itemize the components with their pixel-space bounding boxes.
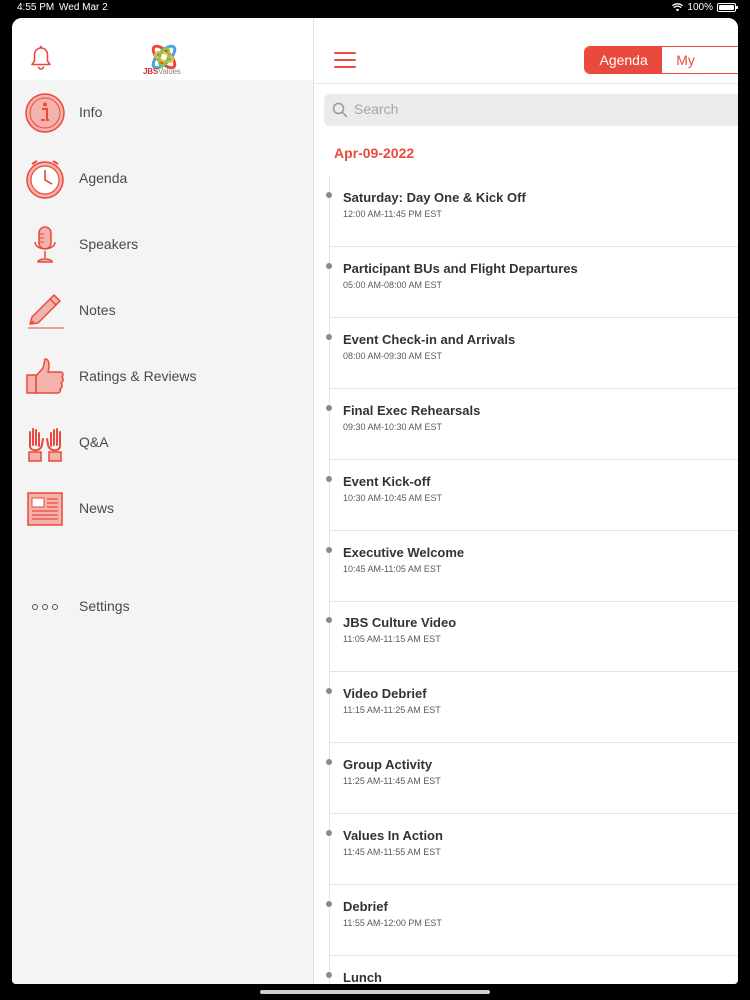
sidebar-item-label: Settings [79, 598, 130, 614]
bell-icon[interactable] [30, 45, 52, 71]
sidebar-item-label: Q&A [79, 434, 109, 450]
logo-text: JBSValues [143, 67, 181, 76]
agenda-event-row[interactable]: Video Debrief 11:15 AM-11:25 AM EST [326, 672, 738, 744]
agenda-segmented-control: Agenda My agenda [584, 46, 738, 74]
event-title: Lunch [343, 969, 382, 984]
app-screen: JBSValues Info Agenda Speakers Notes Rat… [12, 18, 738, 984]
event-time: 11:45 AM-11:55 AM EST [343, 847, 441, 858]
agenda-event-row[interactable]: Executive Welcome 10:45 AM-11:05 AM EST [326, 531, 738, 602]
newspaper-icon [27, 492, 63, 526]
search-input[interactable] [354, 101, 654, 117]
status-bar: 4:55 PM Wed Mar 2 100% [0, 0, 750, 16]
timeline-dot [326, 617, 332, 624]
agenda-event-row[interactable]: Participant BUs and Flight Departures 05:… [326, 247, 738, 318]
event-time: 11:25 AM-11:45 AM EST [343, 776, 441, 787]
clock-icon [26, 160, 64, 199]
thumbs-up-icon [26, 358, 64, 394]
info-icon [25, 93, 65, 133]
timeline-dot [326, 971, 332, 978]
sidebar-item-speakers[interactable]: Speakers [12, 212, 314, 278]
sidebar-item-agenda[interactable]: Agenda [12, 146, 314, 212]
timeline-dot [326, 830, 332, 837]
sidebar-item-label: Agenda [79, 170, 128, 186]
agenda-event-row[interactable]: Debrief 11:55 AM-12:00 PM EST [326, 885, 738, 956]
event-time: 10:30 AM-10:45 AM EST [343, 492, 443, 503]
agenda-panel: Agenda My agenda Apr-09-2022 Saturday: D… [315, 18, 738, 984]
search-icon [332, 102, 348, 118]
event-title: Video Debrief [343, 686, 427, 702]
event-title: Event Kick-off [343, 473, 431, 489]
timeline-dot [326, 192, 332, 198]
timeline-dot [326, 475, 332, 482]
event-title: Executive Welcome [343, 544, 465, 560]
battery-percent: 100% [687, 2, 713, 13]
timeline-dot [326, 404, 332, 411]
event-time: 08:00 AM-09:30 AM EST [343, 350, 443, 361]
event-time: 11:05 AM-11:15 AM EST [343, 634, 441, 645]
event-time: 11:15 AM-11:25 AM EST [343, 705, 441, 716]
timeline-dot [326, 546, 332, 553]
timeline-dot [326, 759, 332, 766]
sidebar-item-label: Ratings & Reviews [79, 368, 197, 384]
status-right: 100% [672, 2, 738, 13]
sidebar-item-notes[interactable]: Notes [12, 278, 314, 344]
sidebar-item-label: Notes [79, 302, 116, 318]
tab-agenda[interactable]: Agenda [585, 47, 663, 73]
sidebar-item-label: News [79, 500, 115, 516]
event-title: Values In Action [343, 828, 443, 844]
sidebar-item-label: Speakers [79, 236, 139, 252]
event-title: Debrief [343, 899, 388, 914]
timeline-dot [326, 901, 332, 907]
sidebar-item-news[interactable]: News [12, 476, 314, 542]
agenda-event-row[interactable]: Group Activity 11:25 AM-11:45 AM EST [326, 743, 738, 815]
event-time: 09:30 AM-10:30 AM EST [343, 421, 443, 432]
agenda-event-row[interactable]: JBS Culture Video 11:05 AM-11:15 AM EST [326, 601, 738, 673]
agenda-event-row[interactable]: Saturday: Day One & Kick Off 12:00 AM-11:… [326, 176, 738, 247]
sidebar-item-ratings[interactable]: Ratings & Reviews [12, 344, 314, 410]
event-title: Group Activity [343, 757, 433, 773]
home-indicator [260, 990, 490, 994]
sidebar: JBSValues Info Agenda Speakers Notes Rat… [12, 18, 314, 984]
hamburger-menu-icon[interactable] [334, 52, 356, 69]
sidebar-item-label: Info [79, 104, 103, 120]
agenda-event-row[interactable]: Values In Action 11:45 AM-11:55 AM EST [326, 814, 738, 886]
event-title: Event Check-in and Arrivals [343, 331, 516, 347]
status-date: Wed Mar 2 [59, 2, 108, 13]
event-title: Saturday: Day One & Kick Off [343, 190, 526, 205]
agenda-event-row[interactable]: Event Check-in and Arrivals 08:00 AM-09:3… [326, 318, 738, 389]
event-title: Final Exec Rehearsals [343, 402, 481, 418]
timeline-dot [326, 688, 332, 695]
wifi-icon [672, 3, 684, 12]
status-time: 4:55 PM [17, 2, 55, 13]
event-title: JBS Culture Video [343, 615, 457, 631]
event-time: 05:00 AM-08:00 AM EST [343, 279, 443, 290]
agenda-event-row[interactable]: Event Kick-off 10:30 AM-10:45 AM EST [326, 460, 738, 531]
top-bar: Agenda My agenda [315, 18, 738, 84]
sidebar-item-info[interactable]: Info [12, 80, 314, 146]
search-bar [324, 94, 738, 126]
sidebar-item-settings[interactable]: Settings [12, 574, 314, 640]
sidebar-menu: Info Agenda Speakers Notes Ratings & Rev… [12, 80, 314, 542]
tab-my-agenda[interactable]: My agenda [662, 47, 738, 73]
timeline-dot [326, 333, 332, 340]
battery-icon [717, 3, 738, 12]
sidebar-item-qa[interactable]: Q&A [12, 410, 314, 476]
agenda-event-row[interactable]: Lunch [326, 956, 738, 984]
event-time: 10:45 AM-11:05 AM EST [343, 563, 442, 574]
microphone-icon [34, 226, 56, 263]
event-time: 11:55 AM-12:00 PM EST [343, 918, 442, 928]
sidebar-header: JBSValues [12, 18, 313, 80]
raised-hands-icon [28, 428, 62, 462]
date-header: Apr-09-2022 [334, 145, 415, 161]
more-dots-icon [32, 604, 58, 610]
event-title: Participant BUs and Flight Departures [343, 260, 578, 276]
event-time: 12:00 AM-11:45 PM EST [343, 209, 442, 219]
timeline-dot [326, 262, 332, 269]
agenda-event-row[interactable]: Final Exec Rehearsals 09:30 AM-10:30 AM E… [326, 389, 738, 460]
pen-icon [28, 294, 64, 329]
